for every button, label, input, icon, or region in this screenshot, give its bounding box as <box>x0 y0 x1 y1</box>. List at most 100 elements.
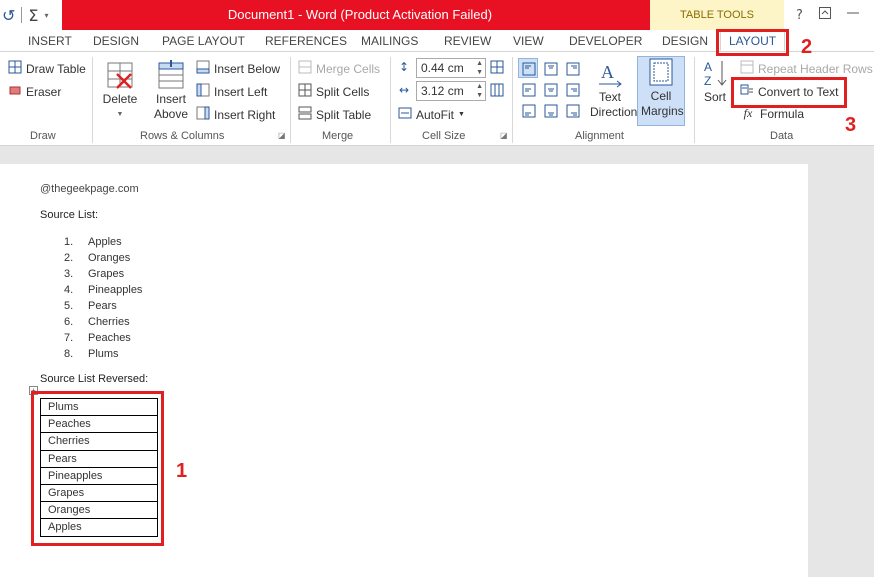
align-bottom-right-button[interactable] <box>562 100 582 120</box>
insert-above-label: Insert Above <box>153 92 189 121</box>
alignment-group-label: Alignment <box>575 130 624 142</box>
source-list: 1. Apples 2. Oranges 3. Grapes 4. Pineapples… <box>64 234 142 362</box>
autofit-dropdown-icon: ▼ <box>458 111 465 118</box>
svg-text:Z: Z <box>704 74 711 88</box>
ribbon-divider <box>512 57 513 143</box>
step-number-2: 2 <box>801 36 813 58</box>
svg-text:A: A <box>704 60 712 74</box>
ribbon-divider <box>290 57 291 143</box>
row-height-input[interactable]: 0.44 cm ▲ ▼ <box>416 58 486 78</box>
repeat-header-rows-label: Repeat Header Rows <box>758 61 873 76</box>
list-item[interactable]: 2. Oranges <box>64 250 142 266</box>
insert-above-icon <box>158 60 184 89</box>
source-list-label: Source List: <box>40 209 99 221</box>
tab-view[interactable]: VIEW <box>513 30 544 52</box>
align-middle-right-button[interactable] <box>562 79 582 99</box>
tab-mailings[interactable]: MAILINGS <box>361 30 418 52</box>
row-height-icon: ↕ <box>398 60 410 74</box>
sort-button[interactable]: AZ Sort <box>700 58 730 105</box>
tab-references[interactable]: REFERENCES <box>265 30 347 52</box>
split-table-icon <box>298 106 312 123</box>
formula-button[interactable]: fx Formula <box>740 106 804 121</box>
help-button[interactable]: ? <box>796 8 803 23</box>
svg-text:A: A <box>601 62 614 82</box>
draw-table-button[interactable]: Draw Table <box>8 60 86 77</box>
row-height-spinner-icon[interactable]: ▲ ▼ <box>476 59 483 77</box>
tab-insert[interactable]: INSERT <box>28 30 72 52</box>
merge-cells-button[interactable]: Merge Cells <box>298 60 380 77</box>
split-cells-button[interactable]: Split Cells <box>298 83 369 100</box>
insert-below-label: Insert Below <box>214 61 281 76</box>
table-tools-header: TABLE TOOLS <box>650 0 784 30</box>
repeat-header-rows-button[interactable]: Repeat Header Rows <box>740 60 873 77</box>
layout-tab-highlight-box <box>716 29 789 56</box>
autofit-icon <box>398 106 412 123</box>
align-top-left-button[interactable] <box>518 58 538 78</box>
insert-below-icon <box>196 60 210 77</box>
insert-above-button[interactable]: Insert Above <box>151 60 191 122</box>
window-controls: ? <box>786 0 859 30</box>
split-cells-label: Split Cells <box>316 84 370 99</box>
insert-right-button[interactable]: Insert Right <box>196 106 275 123</box>
convert-to-text-highlight-box <box>731 77 847 108</box>
data-group-label: Data <box>770 130 794 142</box>
merge-cells-icon <box>298 60 312 77</box>
column-width-spinner-icon[interactable]: ▲ ▼ <box>476 82 483 100</box>
eraser-button[interactable]: Eraser <box>8 83 61 100</box>
insert-left-button[interactable]: Insert Left <box>196 83 267 100</box>
list-item[interactable]: 3. Grapes <box>64 266 142 282</box>
align-bottom-left-button[interactable] <box>518 100 538 120</box>
row-height-value: 0.44 cm <box>421 61 464 75</box>
insert-below-button[interactable]: Insert Below <box>196 60 280 77</box>
title-bar: ↺ Σ ▾ Document1 - Word (Product Activati… <box>0 0 874 30</box>
delete-button[interactable]: Delete ▼ <box>101 60 139 122</box>
align-top-right-button[interactable] <box>562 58 582 78</box>
repeat-header-rows-icon <box>740 60 754 77</box>
tab-design[interactable]: DESIGN <box>93 30 139 52</box>
cell-margins-button[interactable]: Cell Margins <box>637 56 685 126</box>
list-item[interactable]: 1. Apples <box>64 234 142 250</box>
step-number-3: 3 <box>845 114 857 136</box>
list-item[interactable]: 7. Peaches <box>64 330 142 346</box>
list-item[interactable]: 6. Cherries <box>64 314 142 330</box>
split-table-button[interactable]: Split Table <box>298 106 371 123</box>
ribbon-divider <box>92 57 93 143</box>
distribute-columns-button[interactable] <box>490 83 504 100</box>
autofit-button[interactable]: AutoFit ▼ <box>398 106 465 123</box>
align-bottom-center-button[interactable] <box>540 100 560 120</box>
column-width-input[interactable]: 3.12 cm ▲ ▼ <box>416 81 486 101</box>
table-highlight-box <box>31 391 164 546</box>
merge-cells-label: Merge Cells <box>316 61 381 76</box>
minimize-icon[interactable] <box>846 7 859 23</box>
tab-table-design[interactable]: DESIGN <box>662 30 708 52</box>
ribbon-display-options-icon[interactable] <box>818 7 831 23</box>
autosum-icon[interactable]: Σ <box>28 6 38 25</box>
rows-columns-group-label: Rows & Columns <box>140 130 225 142</box>
list-item[interactable]: 4. Pineapples <box>64 282 142 298</box>
undo-icon[interactable]: ↺ <box>2 6 15 25</box>
cell-size-dialog-launcher[interactable]: ◪ <box>500 131 508 140</box>
tab-review[interactable]: REVIEW <box>444 30 491 52</box>
qat-customize-dropdown[interactable]: ▾ <box>45 11 49 20</box>
text-direction-button[interactable]: A Text Direction <box>584 58 637 120</box>
delete-table-icon <box>107 62 133 89</box>
text-direction-icon: A <box>599 62 622 88</box>
align-middle-center-button[interactable] <box>540 79 560 99</box>
formula-label: Formula <box>760 106 805 121</box>
eraser-icon <box>8 83 22 100</box>
cell-size-group-label: Cell Size <box>422 130 466 142</box>
delete-label: Delete <box>102 92 138 106</box>
pencil-icon <box>8 60 22 77</box>
distribute-rows-icon <box>490 60 504 77</box>
distribute-rows-button[interactable] <box>490 60 504 77</box>
ribbon-divider <box>694 57 695 143</box>
list-item[interactable]: 8. Plums <box>64 346 142 362</box>
split-cells-icon <box>298 83 312 100</box>
list-item[interactable]: 5. Pears <box>64 298 142 314</box>
align-middle-left-button[interactable] <box>518 79 538 99</box>
tab-developer[interactable]: DEVELOPER <box>569 30 642 52</box>
qat-divider <box>21 7 23 23</box>
align-top-center-button[interactable] <box>540 58 560 78</box>
tab-page-layout[interactable]: PAGE LAYOUT <box>162 30 245 52</box>
rows-columns-dialog-launcher[interactable]: ◪ <box>278 131 286 140</box>
